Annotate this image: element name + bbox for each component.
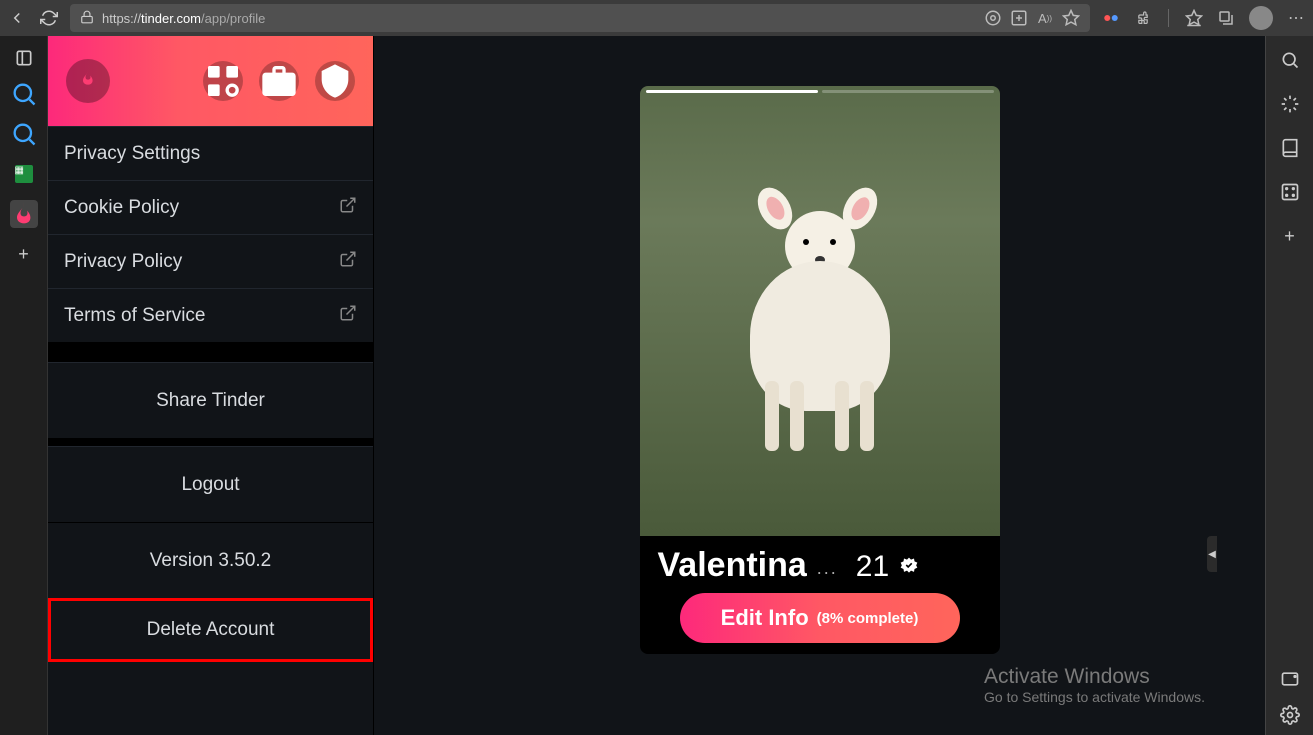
menu-label: Delete Account — [147, 619, 275, 641]
tab-sheets[interactable]: ▦ — [10, 160, 38, 188]
profile-info: Valentina ... 21 Edit Info (8% complete) — [640, 536, 1000, 653]
progress-segment[interactable] — [822, 90, 994, 93]
edit-complete-label: (8% complete) — [817, 610, 919, 627]
refresh-button[interactable] — [40, 9, 58, 27]
version-label: Version 3.50.2 — [48, 522, 373, 598]
menu-cookie-policy[interactable]: Cookie Policy — [48, 180, 373, 234]
external-link-icon — [339, 250, 357, 274]
external-link-icon — [339, 196, 357, 220]
edit-info-button[interactable]: Edit Info (8% complete) — [680, 593, 960, 643]
grid-icon[interactable] — [1280, 182, 1300, 202]
menu-label: Terms of Service — [64, 305, 205, 327]
new-tab-button[interactable]: + — [10, 240, 38, 268]
shield-icon[interactable] — [315, 61, 355, 101]
tab-actions-icon[interactable] — [14, 48, 34, 68]
briefcase-icon[interactable] — [259, 61, 299, 101]
tinder-logo[interactable] — [66, 59, 110, 103]
search-icon[interactable] — [1280, 50, 1300, 70]
menu-privacy-settings[interactable]: Privacy Settings — [48, 126, 373, 180]
external-link-icon — [339, 304, 357, 328]
plus-icon[interactable]: + — [1280, 226, 1300, 246]
settings-icon[interactable] — [1280, 705, 1300, 725]
extensions-icon[interactable] — [1134, 9, 1152, 27]
tab-tinder[interactable] — [10, 200, 38, 228]
edit-label: Edit Info — [721, 605, 809, 631]
edge-sidebar: + — [1265, 36, 1313, 735]
favorite-icon[interactable] — [1062, 9, 1080, 27]
lock-icon — [80, 10, 94, 27]
menu-terms-of-service[interactable]: Terms of Service — [48, 288, 373, 342]
book-icon[interactable] — [1280, 138, 1300, 158]
tab-search-2[interactable] — [10, 120, 38, 148]
profile-age: 21 — [856, 550, 889, 584]
back-button[interactable] — [8, 9, 26, 27]
profile-card: Valentina ... 21 Edit Info (8% complete) — [640, 86, 1000, 654]
profile-photo[interactable] — [640, 86, 1000, 536]
menu-label: Share Tinder — [156, 390, 265, 412]
divider — [1168, 9, 1169, 27]
favorites-bar-icon[interactable] — [1185, 9, 1203, 27]
profile-name: Valentina — [658, 546, 807, 585]
sidebar-header — [48, 36, 373, 126]
tab-search-1[interactable] — [10, 80, 38, 108]
main-content: Valentina ... 21 Edit Info (8% complete) — [374, 36, 1265, 735]
location-icon[interactable] — [984, 9, 1002, 27]
browser-toolbar: https://tinder.com/app/profile A)) ⋯ — [0, 0, 1313, 36]
menu-privacy-policy[interactable]: Privacy Policy — [48, 234, 373, 288]
progress-segment[interactable] — [646, 90, 818, 93]
verified-badge-icon — [899, 556, 919, 576]
performance-icon[interactable] — [1280, 669, 1300, 689]
menu-label: Cookie Policy — [64, 197, 179, 219]
read-aloud-icon[interactable]: A)) — [1036, 9, 1054, 27]
address-bar[interactable]: https://tinder.com/app/profile A)) — [70, 4, 1090, 32]
menu-label: Privacy Settings — [64, 143, 200, 165]
profile-avatar-icon[interactable] — [1249, 6, 1273, 30]
menu-logout[interactable]: Logout — [48, 446, 373, 522]
flame-icon — [78, 68, 98, 94]
vertical-tab-strip: ▦ + — [0, 36, 48, 735]
photo-progress-bar — [646, 90, 994, 93]
explore-icon[interactable] — [203, 61, 243, 101]
menu-label: Logout — [181, 474, 239, 496]
menu-label: Privacy Policy — [64, 251, 182, 273]
menu-share-tinder[interactable]: Share Tinder — [48, 362, 373, 438]
settings-sidebar: Privacy Settings Cookie Policy Privacy P… — [48, 36, 374, 735]
extension-glasses-icon[interactable] — [1102, 9, 1120, 27]
profile-name-ellipsis: ... — [817, 558, 838, 579]
activate-windows-watermark: Activate Windows Go to Settings to activ… — [984, 665, 1205, 705]
sparkle-icon[interactable] — [1280, 94, 1300, 114]
app-install-icon[interactable] — [1010, 9, 1028, 27]
lamb-image — [730, 181, 910, 441]
url-text: https://tinder.com/app/profile — [102, 11, 976, 26]
menu-delete-account[interactable]: Delete Account — [48, 598, 373, 662]
more-menu-icon[interactable]: ⋯ — [1287, 9, 1305, 27]
collections-icon[interactable] — [1217, 9, 1235, 27]
side-panel-toggle[interactable]: ◀ — [1207, 536, 1217, 572]
